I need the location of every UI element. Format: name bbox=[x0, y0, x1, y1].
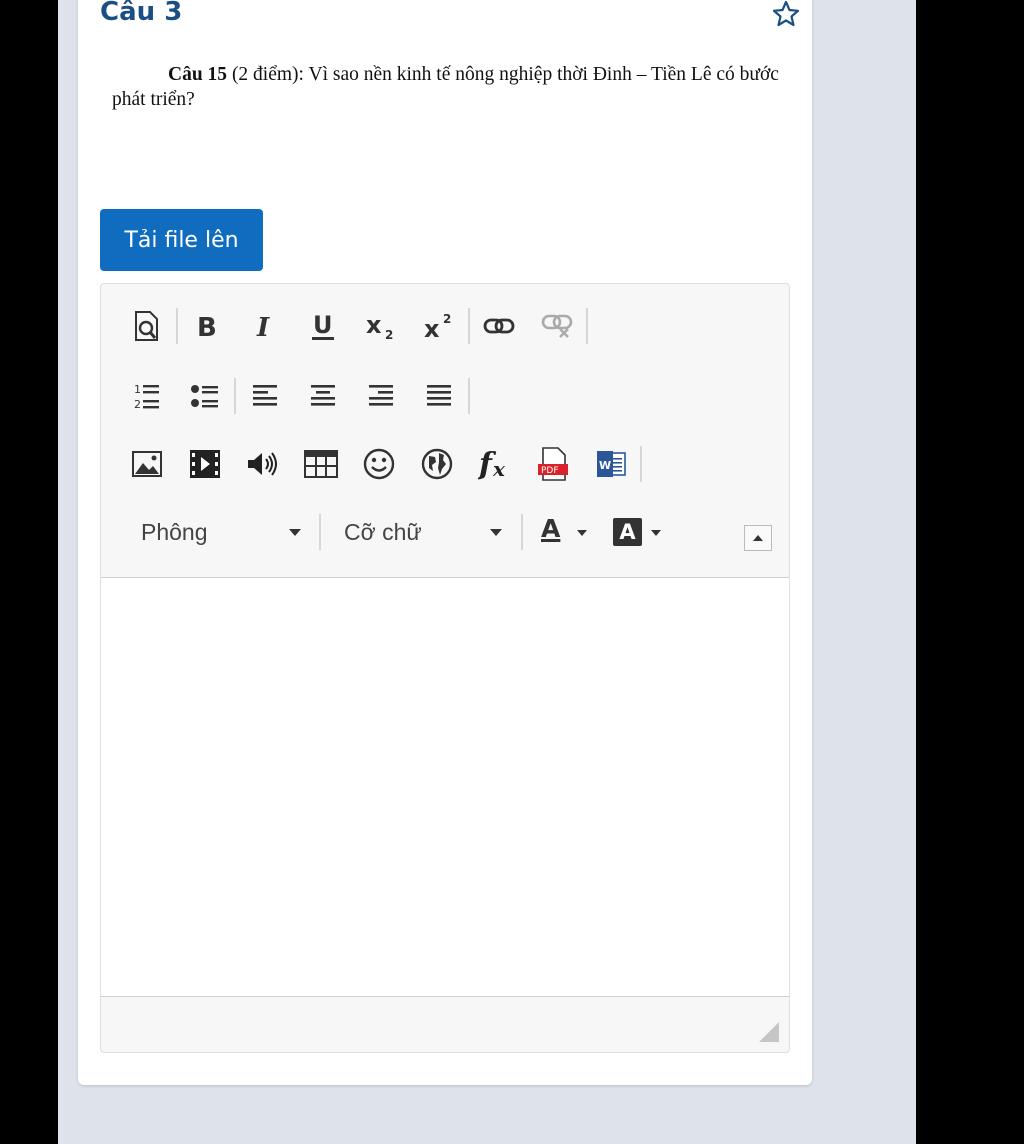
svg-text:PDF: PDF bbox=[541, 466, 559, 476]
toolbar-row-2: 1 2 bbox=[118, 371, 470, 421]
svg-text:x: x bbox=[424, 315, 440, 341]
align-left-icon bbox=[253, 385, 277, 406]
toolbar-row-3: f x PDF W bbox=[118, 439, 642, 489]
preview-button[interactable] bbox=[118, 301, 176, 351]
subscript-icon: x2 bbox=[366, 311, 393, 341]
toolbar-separator bbox=[468, 378, 470, 414]
italic-icon: I bbox=[256, 313, 270, 340]
toolbar-separator bbox=[521, 514, 523, 550]
align-left-button[interactable] bbox=[236, 371, 294, 421]
subscript-button[interactable]: x2 bbox=[352, 301, 410, 351]
svg-text:x: x bbox=[492, 457, 506, 481]
background-color-icon: A bbox=[613, 518, 642, 546]
svg-text:B: B bbox=[197, 313, 217, 340]
chevron-up-icon bbox=[753, 535, 763, 541]
align-center-button[interactable] bbox=[294, 371, 352, 421]
insert-equation-button[interactable]: f x bbox=[466, 439, 524, 489]
toolbar-separator bbox=[640, 446, 642, 482]
image-icon bbox=[132, 451, 162, 477]
flag-star-icon[interactable] bbox=[771, 0, 801, 29]
toolbar-collapse-button[interactable] bbox=[744, 525, 772, 551]
pdf-icon: PDF bbox=[538, 447, 568, 481]
unlink-button[interactable] bbox=[528, 301, 586, 351]
font-family-select[interactable]: Phông bbox=[141, 510, 321, 554]
text-color-icon: A bbox=[541, 514, 561, 543]
background-color-button[interactable]: A bbox=[612, 512, 668, 556]
underline-button[interactable]: U bbox=[294, 301, 352, 351]
svg-text:I: I bbox=[256, 313, 270, 340]
italic-button[interactable]: I bbox=[236, 301, 294, 351]
font-size-label: Cỡ chữ bbox=[344, 518, 422, 545]
question-number: Câu 15 bbox=[168, 64, 228, 85]
unordered-list-button[interactable] bbox=[176, 371, 234, 421]
align-justify-icon bbox=[427, 385, 451, 406]
align-center-icon bbox=[311, 385, 335, 406]
rich-text-editor: B I U x2 x2 1 2 f x PDF W Phông Cỡ chữ A… bbox=[100, 283, 790, 1053]
svg-text:2: 2 bbox=[134, 398, 141, 411]
insert-table-button[interactable] bbox=[292, 439, 350, 489]
question-text: Câu 15 (2 điểm): Vì sao nền kinh tế nông… bbox=[112, 62, 784, 112]
svg-text:W: W bbox=[599, 459, 611, 472]
link-icon bbox=[483, 318, 515, 334]
ordered-list-icon: 1 2 bbox=[134, 383, 159, 411]
insert-emoticon-button[interactable] bbox=[350, 439, 408, 489]
unordered-list-icon bbox=[191, 385, 218, 408]
insert-word-button[interactable]: W bbox=[582, 439, 640, 489]
upload-file-button[interactable]: Tải file lên bbox=[100, 209, 263, 271]
bold-button[interactable]: B bbox=[178, 301, 236, 351]
svg-text:x: x bbox=[366, 311, 382, 339]
equation-icon: f x bbox=[478, 447, 506, 481]
svg-text:2: 2 bbox=[385, 328, 393, 341]
font-family-label: Phông bbox=[141, 518, 208, 545]
insert-pdf-button[interactable]: PDF bbox=[524, 439, 582, 489]
resize-handle-icon[interactable] bbox=[759, 1022, 779, 1042]
svg-text:1: 1 bbox=[134, 383, 141, 396]
align-right-button[interactable] bbox=[352, 371, 410, 421]
insert-globe-button[interactable] bbox=[408, 439, 466, 489]
editor-content-area[interactable] bbox=[101, 577, 789, 997]
chevron-down-icon bbox=[651, 530, 661, 536]
word-icon: W bbox=[597, 451, 626, 477]
table-icon bbox=[304, 450, 338, 478]
emoticon-icon bbox=[363, 448, 395, 480]
superscript-button[interactable]: x2 bbox=[410, 301, 468, 351]
audio-icon bbox=[248, 452, 277, 476]
insert-image-button[interactable] bbox=[118, 439, 176, 489]
font-size-select[interactable]: Cỡ chữ bbox=[344, 510, 524, 554]
toolbar-separator bbox=[319, 514, 321, 550]
underline-icon: U bbox=[312, 311, 334, 340]
align-justify-button[interactable] bbox=[410, 371, 468, 421]
editor-statusbar bbox=[101, 997, 789, 1052]
toolbar-row-1: B I U x2 x2 bbox=[118, 301, 588, 351]
chevron-down-icon bbox=[289, 529, 301, 536]
ordered-list-button[interactable]: 1 2 bbox=[118, 371, 176, 421]
align-right-icon bbox=[369, 385, 393, 406]
insert-audio-button[interactable] bbox=[234, 439, 292, 489]
svg-text:2: 2 bbox=[443, 312, 451, 326]
unlink-icon bbox=[541, 314, 573, 338]
chevron-down-icon bbox=[577, 530, 587, 536]
preview-icon bbox=[135, 311, 158, 341]
superscript-icon: x2 bbox=[424, 312, 451, 341]
globe-icon bbox=[421, 448, 453, 480]
video-icon bbox=[190, 450, 220, 478]
insert-video-button[interactable] bbox=[176, 439, 234, 489]
chevron-down-icon bbox=[490, 529, 502, 536]
question-title: Câu 3 bbox=[100, 0, 183, 27]
text-color-button[interactable]: A bbox=[539, 512, 595, 556]
svg-text:U: U bbox=[313, 311, 333, 339]
bold-icon: B bbox=[197, 313, 217, 340]
link-button[interactable] bbox=[470, 301, 528, 351]
toolbar-separator bbox=[586, 308, 588, 344]
